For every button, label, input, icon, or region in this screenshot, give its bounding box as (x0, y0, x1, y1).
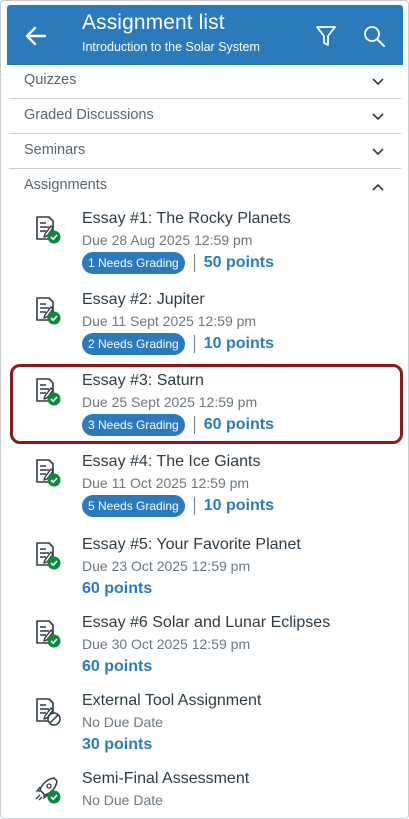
assignment-meta: 2 Needs Grading 10 points (82, 332, 274, 356)
section-assignments[interactable]: Assignments (9, 169, 401, 204)
assignment-title: Essay #3: Saturn (82, 372, 204, 389)
external-tool-unpublished-icon (36, 698, 61, 726)
assignment-title: Essay #2: Jupiter (82, 291, 205, 308)
back-button[interactable] (19, 19, 53, 53)
assignment-published-icon (36, 542, 61, 570)
assignment-item-5[interactable]: Essay #5: Your Favorite Planet Due 23 Oc… (9, 534, 401, 614)
assignment-item-3[interactable]: Essay #3: Saturn Due 25 Sept 2025 12:59 … (9, 370, 401, 450)
chevron-up-icon (372, 183, 384, 191)
divider (193, 416, 195, 434)
assignment-title: External Tool Assignment (82, 692, 262, 709)
section-label: Seminars (24, 142, 86, 158)
assignment-title: Essay #4: The Ice Giants (82, 453, 261, 470)
section-label: Assignments (24, 177, 108, 193)
points-value: 50 points (203, 254, 274, 271)
points-value: 60 points (203, 416, 274, 433)
chevron-down-icon (372, 113, 384, 121)
assignment-published-icon (36, 459, 61, 487)
due-date: Due 30 Oct 2025 12:59 pm (82, 636, 251, 652)
assignment-item-8[interactable]: Semi-Final Assessment No Due Date (9, 768, 401, 818)
assignment-item-6[interactable]: Essay #6 Solar and Lunar Eclipses Due 30… (9, 612, 401, 692)
divider (193, 254, 195, 272)
assignment-published-icon (36, 378, 61, 406)
section-graded-discussions[interactable]: Graded Discussions (9, 99, 401, 134)
assignment-published-icon (36, 216, 61, 244)
assignment-meta: 30 points (82, 733, 152, 757)
assignment-meta: 1 Needs Grading 50 points (82, 251, 274, 275)
app-frame: Assignment list Introduction to the Sola… (0, 0, 409, 819)
assignment-title: Essay #6 Solar and Lunar Eclipses (82, 614, 331, 631)
quiz-rocket-published-icon (35, 777, 61, 804)
page-title: Assignment list (82, 11, 225, 34)
app-header: Assignment list Introduction to the Sola… (7, 5, 403, 65)
assignment-title: Semi-Final Assessment (82, 770, 250, 787)
assignment-item-1[interactable]: Essay #1: The Rocky Planets Due 28 Aug 2… (9, 208, 401, 288)
assignment-meta: 3 Needs Grading 60 points (82, 413, 274, 437)
assignment-meta (82, 811, 172, 818)
needs-grading-badge: 5 Needs Grading (82, 495, 185, 517)
assignment-title: Essay #5: Your Favorite Planet (82, 536, 301, 553)
due-date: Due 11 Oct 2025 12:59 pm (82, 475, 250, 491)
due-date: No Due Date (82, 792, 163, 808)
assignment-meta: 60 points (82, 655, 152, 679)
assignment-item-4[interactable]: Essay #4: The Ice Giants Due 11 Oct 2025… (9, 451, 401, 531)
search-button[interactable] (357, 19, 391, 53)
assignment-title: Essay #1: The Rocky Planets (82, 210, 291, 227)
assignment-published-icon (36, 620, 61, 648)
assignment-meta: 5 Needs Grading 10 points (82, 494, 274, 518)
chevron-down-icon (372, 78, 384, 86)
due-date: Due 25 Sept 2025 12:59 pm (82, 394, 258, 410)
needs-grading-badge: 1 Needs Grading (82, 252, 185, 274)
section-label: Quizzes (24, 72, 77, 88)
assignment-meta: 60 points (82, 577, 152, 601)
section-quizzes[interactable]: Quizzes (9, 64, 401, 99)
assignment-item-7[interactable]: External Tool Assignment No Due Date 30 … (9, 690, 401, 770)
due-date: No Due Date (82, 714, 163, 730)
filter-button[interactable] (309, 19, 343, 53)
needs-grading-badge: 2 Needs Grading (82, 333, 185, 355)
course-subtitle: Introduction to the Solar System (82, 40, 260, 54)
search-icon (364, 26, 385, 47)
points-value: 10 points (203, 335, 274, 352)
needs-grading-badge: 3 Needs Grading (82, 414, 185, 436)
assignment-item-2[interactable]: Essay #2: Jupiter Due 11 Sept 2025 12:59… (9, 289, 401, 369)
due-date: Due 28 Aug 2025 12:59 pm (82, 232, 253, 248)
divider (193, 335, 195, 353)
section-label: Graded Discussions (24, 107, 154, 123)
due-date: Due 23 Oct 2025 12:59 pm (82, 558, 251, 574)
points-value: 60 points (82, 580, 153, 597)
arrow-left-icon (25, 26, 47, 46)
points-value: 30 points (82, 736, 153, 753)
due-date: Due 11 Sept 2025 12:59 pm (82, 313, 257, 329)
points-value: 60 points (82, 658, 153, 675)
chevron-down-icon (372, 148, 384, 156)
points-value: 10 points (203, 497, 274, 514)
section-seminars[interactable]: Seminars (9, 134, 401, 169)
assignment-published-icon (36, 297, 61, 325)
filter-icon (316, 26, 336, 46)
divider (193, 497, 195, 515)
